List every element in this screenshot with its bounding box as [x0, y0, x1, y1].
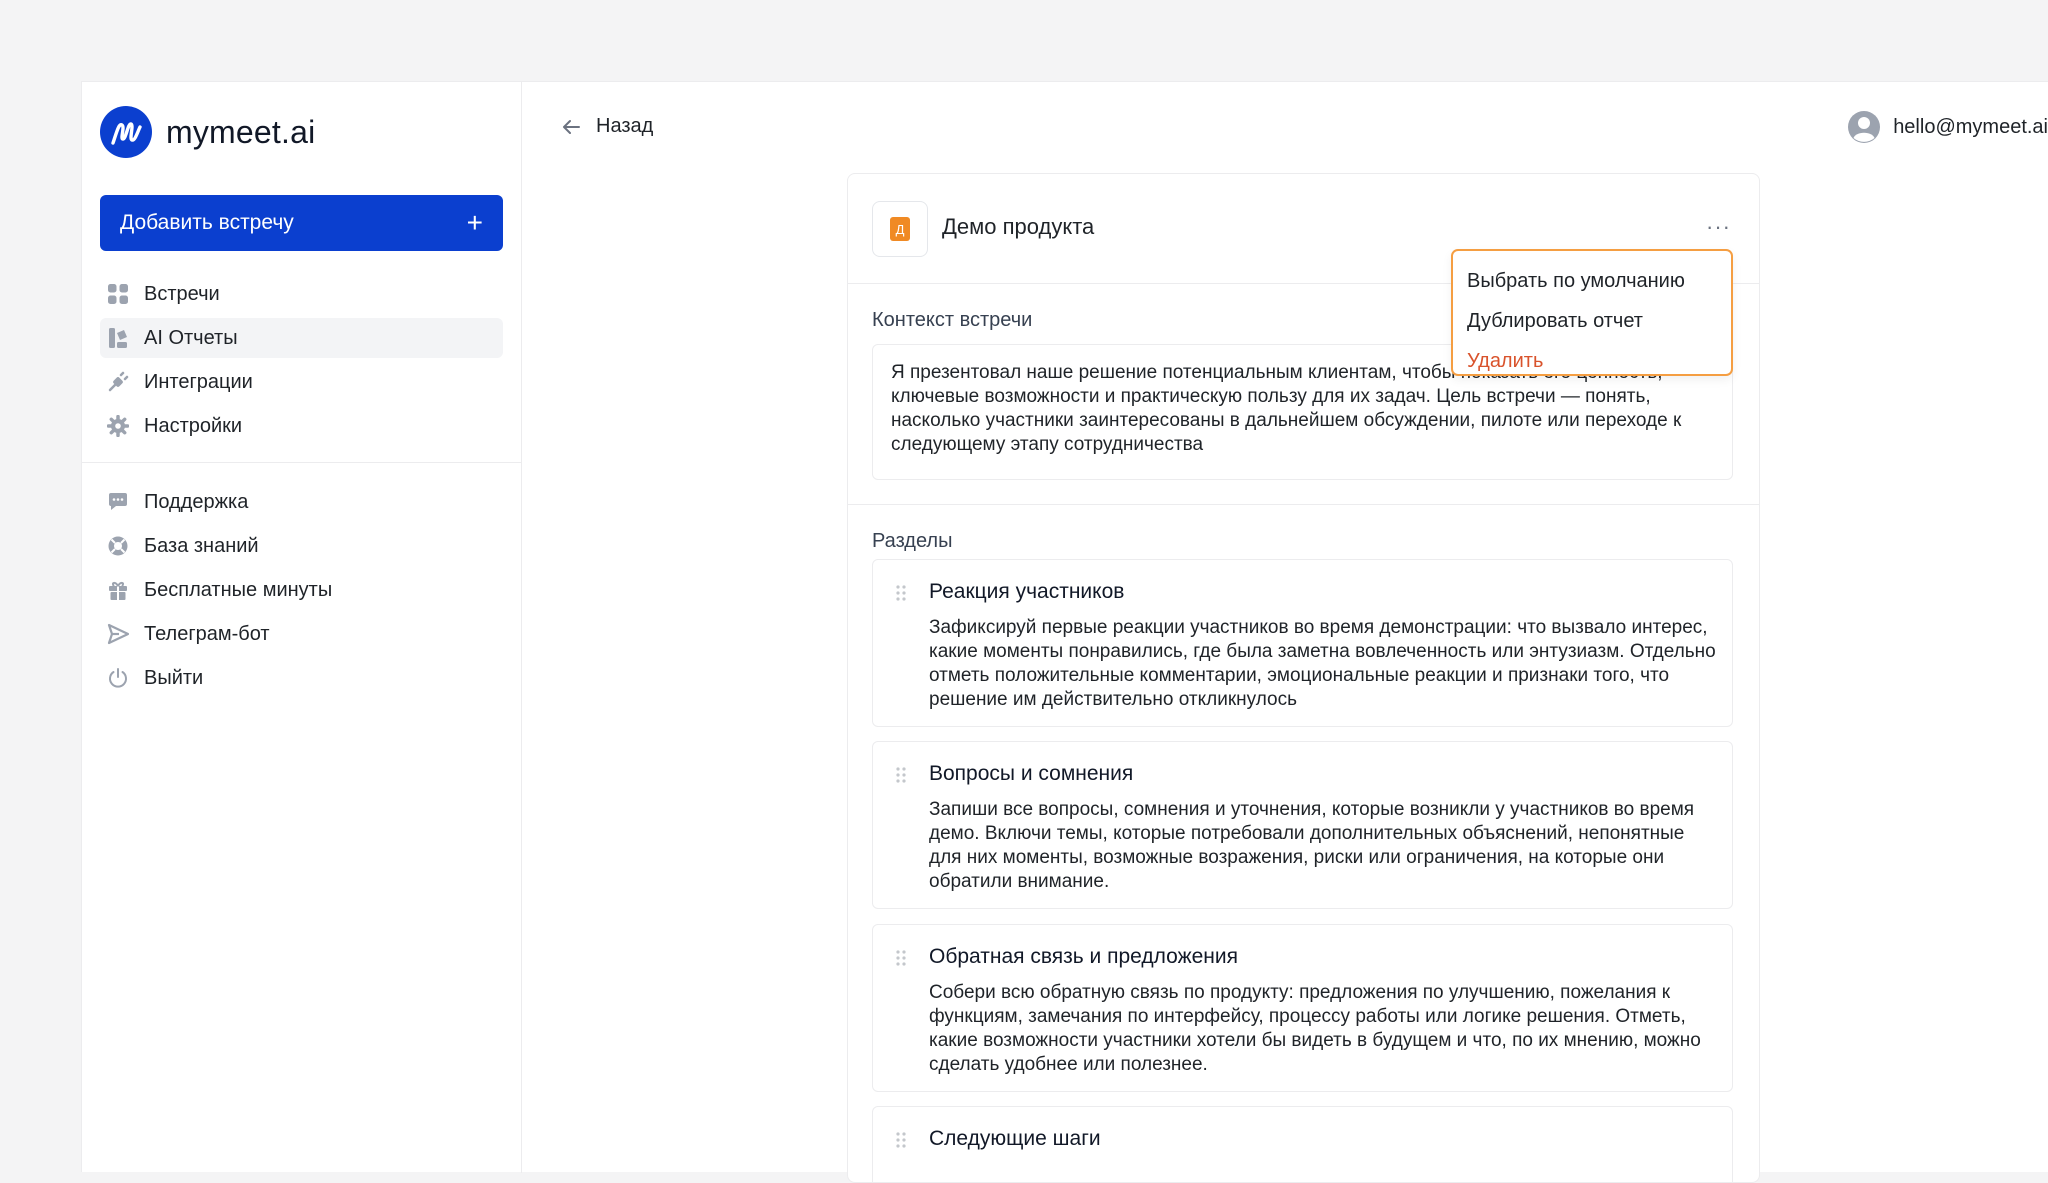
menu-item-duplicate[interactable]: Дублировать отчет [1453, 301, 1731, 341]
plug-icon [106, 370, 130, 394]
primary-nav: Встречи AI Отчеты Интеграции Настройки [100, 274, 503, 450]
sidebar-item-label: Поддержка [144, 490, 249, 513]
sidebar-item-free-minutes[interactable]: Бесплатные минуты [100, 570, 503, 610]
report-icon [106, 326, 130, 350]
arrow-left-icon [560, 116, 582, 138]
sidebar-item-label: Настройки [144, 414, 243, 437]
power-icon [106, 666, 130, 690]
sidebar-item-label: AI Отчеты [144, 326, 238, 349]
user-email: hello@mymeet.ai [1893, 115, 2048, 138]
more-options-button[interactable]: ··· [1706, 214, 1731, 240]
report-section[interactable]: Обратная связь и предложения Собери всю … [872, 924, 1733, 1092]
report-section[interactable]: Вопросы и сомнения Запиши все вопросы, с… [872, 741, 1733, 909]
sidebar-item-label: Телеграм-бот [144, 622, 270, 645]
brand-name: mymeet.ai [166, 113, 316, 150]
lifebuoy-icon [106, 534, 130, 558]
sidebar-item-settings[interactable]: Настройки [100, 406, 503, 446]
sidebar-item-label: Интеграции [144, 370, 253, 393]
gear-icon [106, 414, 130, 438]
report-section[interactable]: Реакция участников Зафиксируй первые реа… [872, 559, 1733, 727]
app-window: mymeet.ai Добавить встречу + Встречи AI … [81, 81, 2048, 1183]
drag-handle-icon[interactable] [895, 1131, 907, 1149]
sidebar-item-label: Выйти [144, 666, 204, 689]
badge-letter: Д [890, 217, 910, 241]
document-icon: Д [872, 201, 928, 257]
section-body: Собери всю обратную связь по продукту: п… [929, 982, 1701, 1075]
avatar [1847, 110, 1881, 144]
menu-item-delete[interactable]: Удалить [1453, 341, 1731, 381]
section-title: Следующие шаги [929, 1127, 1101, 1150]
section-divider [848, 504, 1759, 505]
logo-icon [100, 106, 152, 158]
logo[interactable]: mymeet.ai [100, 106, 315, 158]
sidebar-item-support[interactable]: Поддержка [100, 482, 503, 522]
context-label: Контекст встречи [872, 309, 1033, 331]
gift-icon [106, 578, 130, 602]
sidebar-item-logout[interactable]: Выйти [100, 658, 503, 698]
sidebar-item-label: Встречи [144, 282, 220, 305]
plus-icon: + [466, 207, 483, 238]
sidebar-item-ai-reports[interactable]: AI Отчеты [100, 318, 503, 358]
section-title: Обратная связь и предложения [929, 945, 1239, 968]
grid-icon [106, 282, 130, 306]
sidebar-item-meetings[interactable]: Встречи [100, 274, 503, 314]
report-section[interactable]: Следующие шаги [872, 1106, 1733, 1182]
sidebar-item-integrations[interactable]: Интеграции [100, 362, 503, 402]
sidebar-divider [82, 462, 521, 463]
drag-handle-icon[interactable] [895, 949, 907, 967]
add-meeting-button[interactable]: Добавить встречу + [100, 195, 503, 251]
report-options-menu: Выбрать по умолчанию Дублировать отчет У… [1451, 249, 1733, 376]
sidebar-item-label: Бесплатные минуты [144, 578, 333, 601]
sidebar-item-knowledge-base[interactable]: База знаний [100, 526, 503, 566]
sidebar: mymeet.ai Добавить встречу + Встречи AI … [82, 82, 522, 1173]
menu-item-set-default[interactable]: Выбрать по умолчанию [1453, 261, 1731, 301]
sidebar-item-label: База знаний [144, 534, 259, 557]
add-meeting-label: Добавить встречу [120, 211, 294, 234]
report-title[interactable]: Демо продукта [942, 214, 1094, 240]
drag-handle-icon[interactable] [895, 766, 907, 784]
section-title: Реакция участников [929, 580, 1125, 603]
sections-label: Разделы [872, 530, 953, 552]
section-body: Зафиксируй первые реакции участников во … [929, 617, 1716, 710]
sidebar-item-telegram-bot[interactable]: Телеграм-бот [100, 614, 503, 654]
back-button[interactable]: Назад [560, 115, 653, 138]
chat-icon [106, 490, 130, 514]
secondary-nav: Поддержка База знаний Бесплатные минуты … [100, 482, 503, 702]
drag-handle-icon[interactable] [895, 584, 907, 602]
section-body: Запиши все вопросы, сомнения и уточнения… [929, 799, 1695, 892]
send-icon [106, 622, 130, 646]
user-menu[interactable]: hello@mymeet.ai [1847, 110, 2048, 144]
section-title: Вопросы и сомнения [929, 762, 1134, 785]
back-label: Назад [596, 115, 654, 137]
